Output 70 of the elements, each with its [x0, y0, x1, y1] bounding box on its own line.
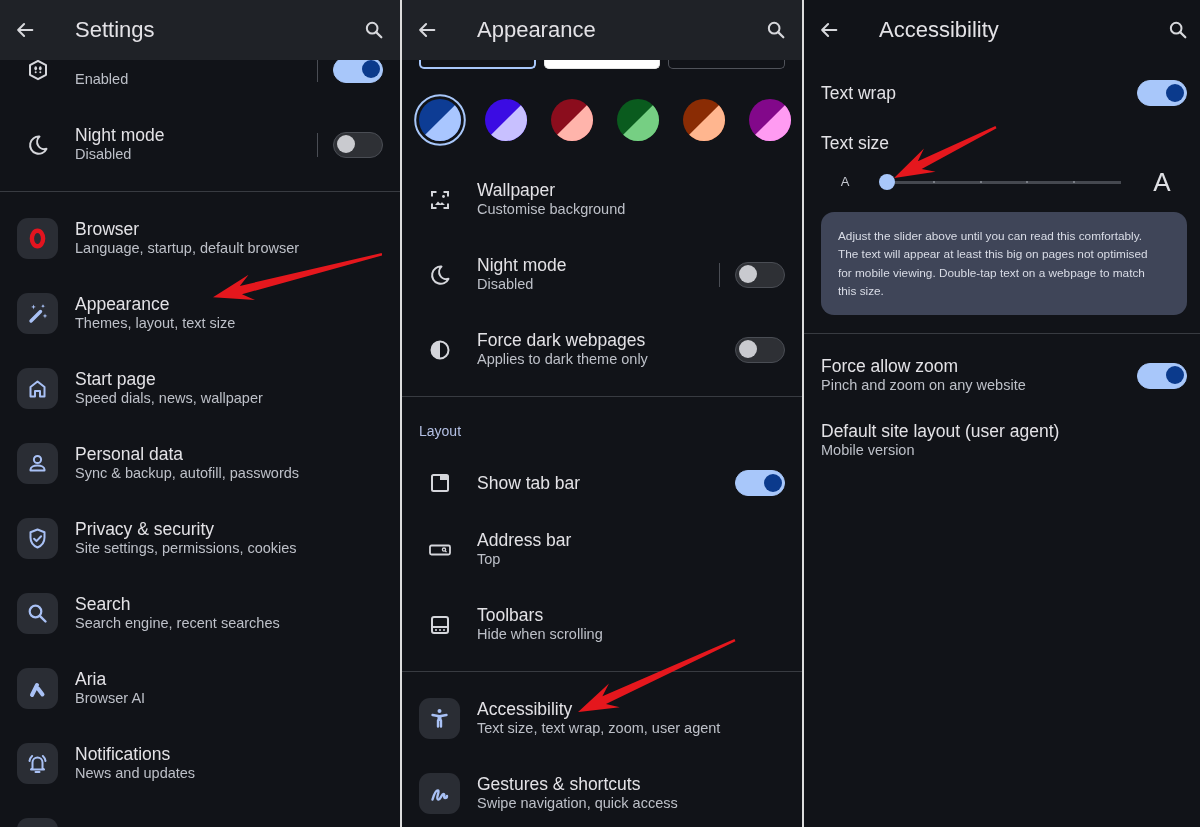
- swatch-icon[interactable]: [683, 99, 725, 141]
- shield-check-icon: [17, 518, 58, 559]
- setting-summary: Disabled: [477, 275, 535, 294]
- screen-title: Settings: [75, 16, 156, 44]
- search-icon: [17, 593, 58, 634]
- setting-title[interactable]: Search: [75, 594, 383, 614]
- setting-summary: Top: [477, 550, 502, 569]
- setting-title[interactable]: Start page: [75, 369, 383, 389]
- magic-wand-icon: [17, 293, 58, 334]
- setting-title[interactable]: Gestures & shortcuts: [477, 774, 785, 794]
- section-heading: Layout: [418, 422, 463, 441]
- setting-summary: Pinch and zoom on any website: [821, 376, 1027, 395]
- lambda-icon: [17, 668, 58, 709]
- setting-title[interactable]: Default site layout (user agent): [821, 421, 1187, 441]
- search-icon[interactable]: [363, 19, 385, 41]
- setting-title[interactable]: Force dark webpages: [477, 330, 735, 350]
- search-icon[interactable]: [765, 19, 787, 41]
- swatch-icon[interactable]: [551, 99, 593, 141]
- bell-icon: [17, 743, 58, 784]
- setting-summary: Customise background: [477, 200, 627, 219]
- setting-title[interactable]: Aria: [75, 669, 383, 689]
- swatch-icon[interactable]: [485, 99, 527, 141]
- setting-summary: Speed dials, news, wallpaper: [75, 389, 264, 408]
- setting-summary: Browser AI: [75, 689, 147, 708]
- setting-title[interactable]: Text wrap: [821, 83, 1137, 103]
- search-icon[interactable]: [1167, 19, 1189, 41]
- setting-title[interactable]: Toolbars: [477, 605, 785, 625]
- setting-summary: Search engine, recent searches: [75, 614, 281, 633]
- screen-title: Accessibility: [879, 16, 1000, 44]
- setting-title[interactable]: Night mode: [477, 255, 709, 275]
- swatch-icon[interactable]: [749, 99, 791, 141]
- squiggle-icon: [419, 773, 460, 814]
- toggle-switch[interactable]: [735, 336, 785, 363]
- setting-summary: Site settings, permissions, cookies: [75, 539, 298, 558]
- setting-title[interactable]: Address bar: [477, 530, 785, 550]
- setting-summary: Disabled: [75, 145, 133, 164]
- setting-summary: News and updates: [75, 764, 197, 783]
- setting-title[interactable]: Personal data: [75, 444, 383, 464]
- setting-summary: Hide when scrolling: [477, 625, 604, 644]
- setting-summary: Text size, text wrap, zoom, user agent: [477, 719, 722, 738]
- accessibility-icon: [419, 698, 460, 739]
- large-size-label: A: [1152, 168, 1172, 196]
- setting-title: Text size: [820, 132, 891, 154]
- setting-title[interactable]: Notifications: [75, 744, 383, 764]
- setting-summary: Swipe navigation, quick access: [477, 794, 679, 813]
- setting-summary: Themes, layout, text size: [75, 314, 237, 333]
- setting-summary: Mobile version: [821, 441, 916, 460]
- setting-summary: Sync & backup, autofill, passwords: [75, 464, 301, 483]
- ring-logo-icon: [17, 218, 58, 259]
- toggle-switch[interactable]: [735, 261, 785, 288]
- setting-title[interactable]: Force allow zoom: [821, 356, 1137, 376]
- setting-title[interactable]: Wallpaper: [477, 180, 785, 200]
- person-icon: [17, 443, 58, 484]
- slider-thumb[interactable]: [879, 174, 895, 190]
- setting-title[interactable]: Night mode: [75, 125, 307, 145]
- swatch-icon[interactable]: [414, 94, 466, 146]
- setting-title[interactable]: Privacy & security: [75, 519, 383, 539]
- setting-title[interactable]: Accessibility: [477, 699, 785, 719]
- setting-title[interactable]: Browser: [75, 219, 383, 239]
- home-icon: [17, 368, 58, 409]
- small-size-label: A: [839, 174, 851, 190]
- swatch-icon[interactable]: [617, 99, 659, 141]
- setting-summary: Language, startup, default browser: [75, 239, 301, 258]
- info-note: Adjust the slider above until you can read this comfortably. The text will appear at least this big on pages not optimised for mobile viewing. Double-tap text on a webpage to match this size.: [821, 212, 1187, 315]
- toggle-switch[interactable]: [333, 131, 383, 158]
- screen-title: Appearance: [477, 16, 597, 44]
- setting-summary: Applies to dark theme only: [477, 350, 649, 369]
- setting-title[interactable]: Appearance: [75, 294, 383, 314]
- setting-title[interactable]: Show tab bar: [477, 473, 735, 493]
- setting-summary: Enabled: [75, 70, 130, 89]
